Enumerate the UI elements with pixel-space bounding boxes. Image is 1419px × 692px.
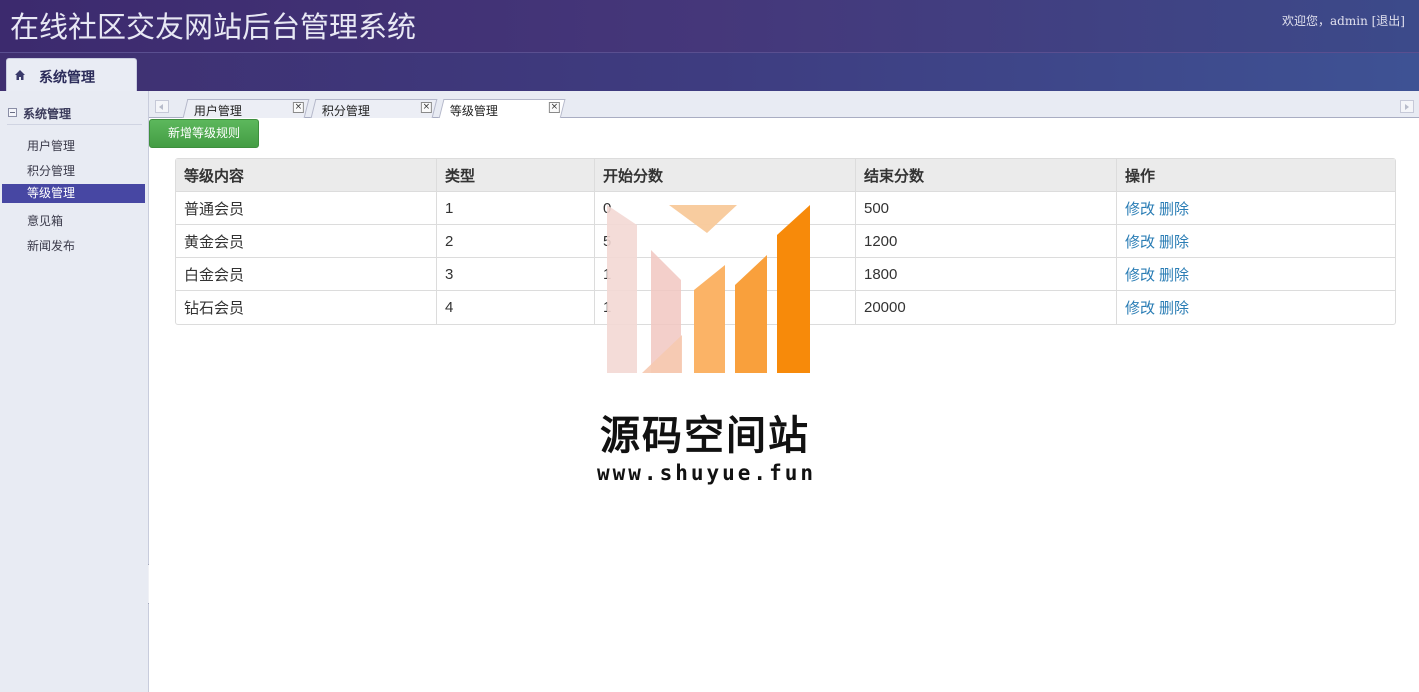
cell-actions: 修改 删除: [1117, 225, 1395, 258]
column-header: 类型: [437, 159, 595, 192]
delete-link[interactable]: 删除: [1159, 299, 1189, 317]
sidebar-item-news[interactable]: 新闻发布: [2, 234, 145, 259]
edit-link[interactable]: 修改: [1125, 266, 1155, 284]
sidebar-heading-label: 系统管理: [23, 107, 72, 121]
cell-start: 1: [595, 258, 856, 291]
cell-actions: 修改 删除: [1117, 192, 1395, 225]
edit-link[interactable]: 修改: [1125, 200, 1155, 218]
user-area: 欢迎您，admin [退出]: [1282, 12, 1405, 29]
sidebar: 系统管理 用户管理 积分管理 等级管理 意见箱 新闻发布: [0, 91, 149, 692]
cell-type: 2: [437, 225, 595, 258]
table-row: 白金会员 3 1 1800 修改 删除: [176, 258, 1395, 291]
sidebar-item-levels[interactable]: 等级管理: [2, 184, 145, 203]
table-header-row: 等级内容 类型 开始分数 结束分数 操作: [176, 159, 1395, 192]
table-row: 黄金会员 2 5 1200 修改 删除: [176, 225, 1395, 258]
close-icon[interactable]: ×: [420, 102, 432, 113]
table-row: 钻石会员 4 1 20000 修改 删除: [176, 291, 1395, 324]
column-header: 等级内容: [176, 159, 437, 192]
sidebar-menu: 用户管理 积分管理 等级管理 意见箱 新闻发布: [2, 134, 145, 259]
cell-type: 4: [437, 291, 595, 324]
tab-levels[interactable]: 等级管理 ×: [438, 99, 566, 119]
logout-link[interactable]: [退出]: [1372, 14, 1405, 28]
cell-name: 黄金会员: [176, 225, 437, 258]
top-nav-label: 系统管理: [39, 70, 95, 86]
column-header: 操作: [1117, 159, 1395, 192]
cell-start: 1: [595, 291, 856, 324]
cell-end: 1200: [856, 225, 1117, 258]
cell-type: 3: [437, 258, 595, 291]
delete-link[interactable]: 删除: [1159, 200, 1189, 218]
tab-users[interactable]: 用户管理 ×: [182, 99, 310, 118]
cell-end: 1800: [856, 258, 1117, 291]
app-header: 在线社区交友网站后台管理系统 欢迎您，admin [退出]: [0, 0, 1419, 52]
delete-link[interactable]: 删除: [1159, 266, 1189, 284]
cell-actions: 修改 删除: [1117, 291, 1395, 324]
table-row: 普通会员 1 0 500 修改 删除: [176, 192, 1395, 225]
cell-name: 普通会员: [176, 192, 437, 225]
add-level-rule-button[interactable]: 新增等级规则: [149, 119, 259, 148]
sidebar-item-feedback[interactable]: 意见箱: [2, 209, 145, 234]
level-table: 等级内容 类型 开始分数 结束分数 操作 普通会员 1 0 500 修改 删除 黄…: [175, 158, 1396, 325]
sidebar-item-users[interactable]: 用户管理: [2, 134, 145, 159]
home-icon: [15, 70, 25, 80]
app-title: 在线社区交友网站后台管理系统: [10, 10, 417, 44]
top-nav: 系统管理: [0, 52, 1419, 92]
welcome-text: 欢迎您，: [1282, 14, 1331, 28]
cell-end: 20000: [856, 291, 1117, 324]
tab-points[interactable]: 积分管理 ×: [310, 99, 438, 118]
tab-label: 用户管理: [193, 104, 242, 118]
tab-label: 等级管理: [449, 104, 498, 118]
cell-type: 1: [437, 192, 595, 225]
close-icon[interactable]: ×: [292, 102, 304, 113]
edit-link[interactable]: 修改: [1125, 233, 1155, 251]
tab-label: 积分管理: [321, 104, 370, 118]
cell-actions: 修改 删除: [1117, 258, 1395, 291]
column-header: 开始分数: [595, 159, 856, 192]
cell-name: 白金会员: [176, 258, 437, 291]
top-nav-tab-system[interactable]: 系统管理: [6, 58, 137, 92]
delete-link[interactable]: 删除: [1159, 233, 1189, 251]
sidebar-item-points[interactable]: 积分管理: [2, 159, 145, 184]
close-icon[interactable]: ×: [548, 102, 560, 113]
cell-start: 0: [595, 192, 856, 225]
main-content: 新增等级规则 等级内容 类型 开始分数 结束分数 操作 普通会员 1 0 500…: [149, 118, 1419, 692]
cell-end: 500: [856, 192, 1117, 225]
tab-scroll-left-button[interactable]: [155, 100, 169, 113]
cell-name: 钻石会员: [176, 291, 437, 324]
username: admin: [1330, 14, 1368, 28]
tab-scroll-right-button[interactable]: [1400, 100, 1414, 113]
sidebar-heading[interactable]: 系统管理: [7, 105, 142, 125]
collapse-icon[interactable]: [8, 108, 17, 117]
tab-strip: 用户管理 × 积分管理 × 等级管理 ×: [149, 91, 1419, 119]
cell-start: 5: [595, 225, 856, 258]
column-header: 结束分数: [856, 159, 1117, 192]
edit-link[interactable]: 修改: [1125, 299, 1155, 317]
